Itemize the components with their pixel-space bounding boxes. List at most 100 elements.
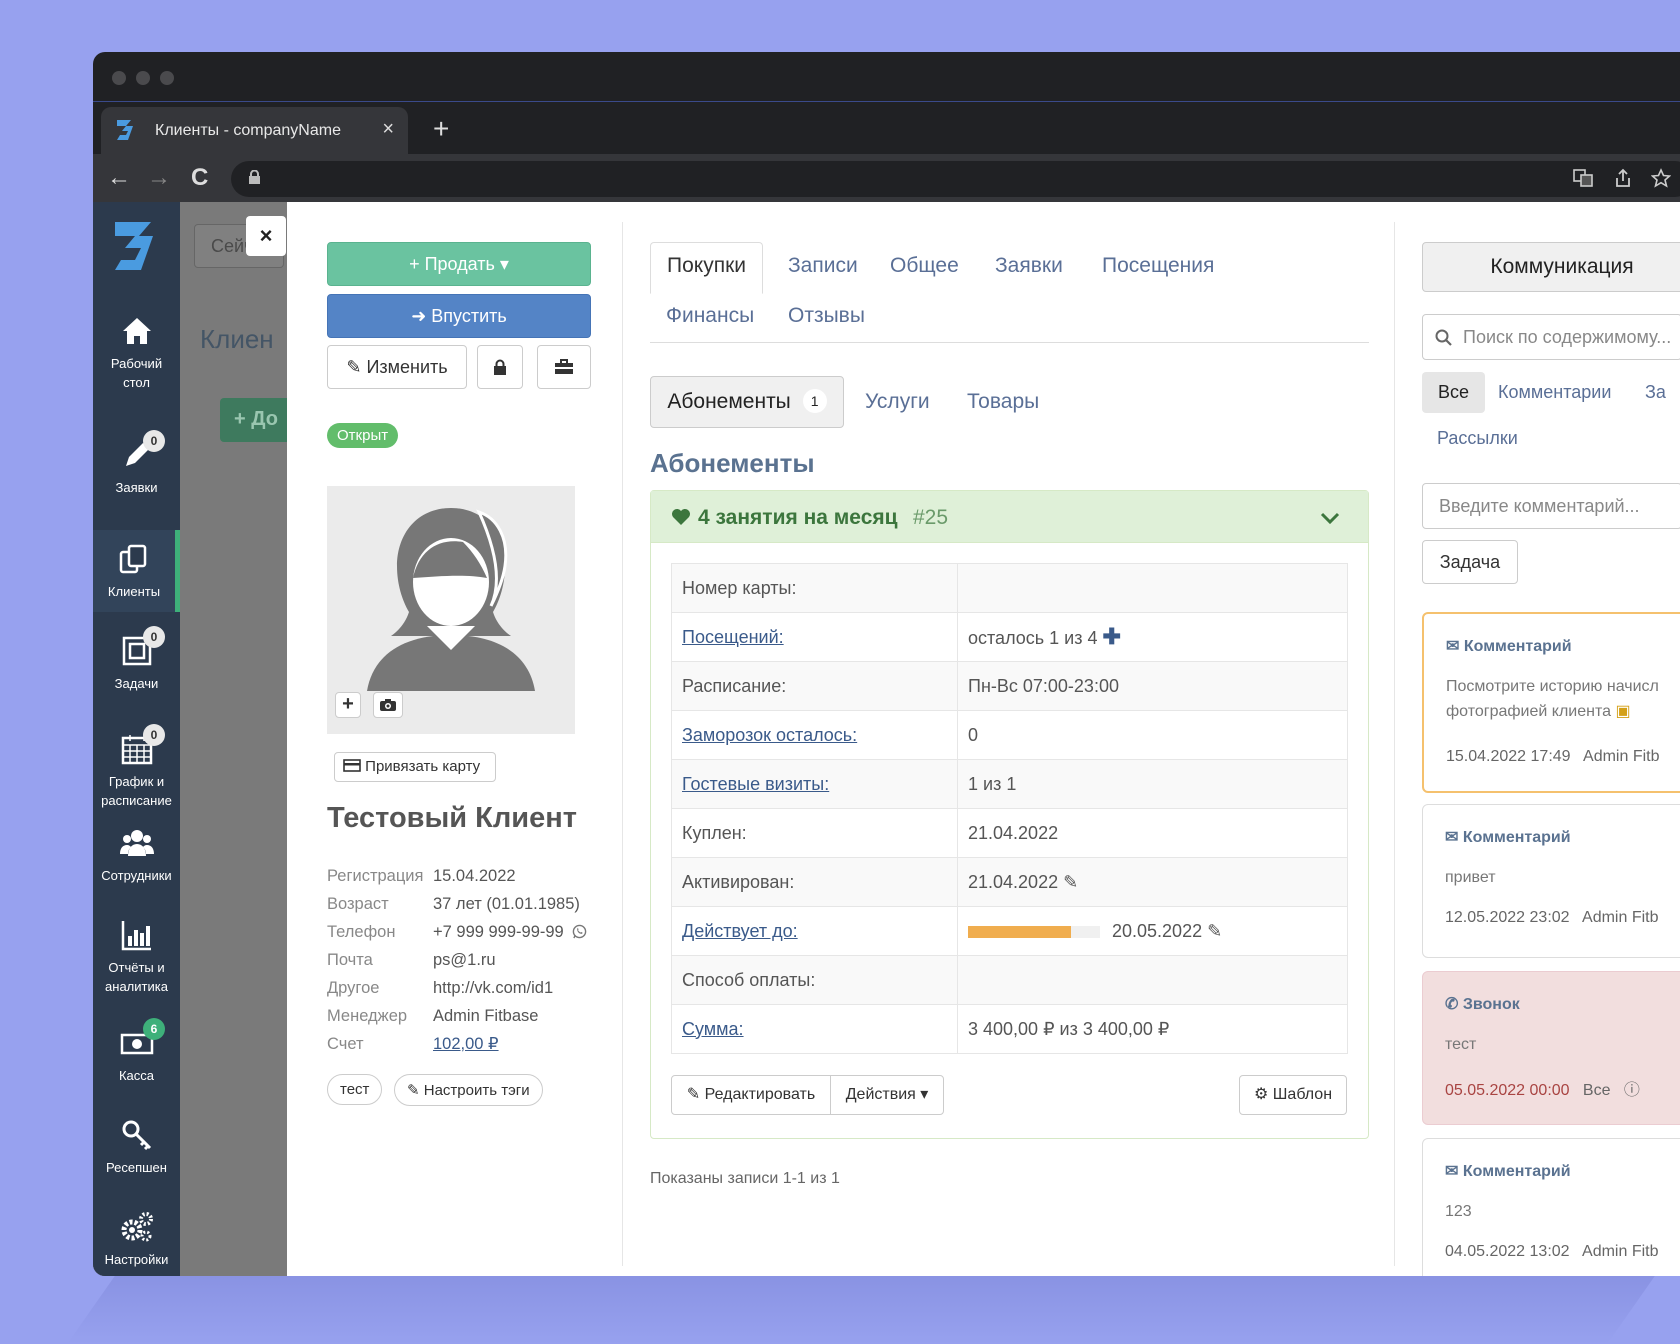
subscription-header[interactable]: 4 занятия на месяц #25 bbox=[651, 491, 1368, 543]
filter-tasks[interactable]: За bbox=[1645, 382, 1666, 403]
validity-progress-bar bbox=[968, 925, 1100, 938]
tab-visits[interactable]: Посещения bbox=[1102, 254, 1214, 278]
info-row-registration: Регистрация 15.04.2022 bbox=[327, 862, 587, 890]
guest-visits-link[interactable]: Гостевые визиты: bbox=[682, 774, 829, 794]
card-type: ✉ Комментарий bbox=[1445, 829, 1571, 846]
sidebar-item-reports[interactable]: Отчёты и аналитика bbox=[93, 918, 180, 996]
filter-comments[interactable]: Комментарии bbox=[1498, 382, 1611, 403]
forward-icon[interactable]: → bbox=[147, 164, 171, 192]
sidebar-item-settings[interactable]: Настройки bbox=[93, 1210, 180, 1269]
client-avatar: + bbox=[327, 486, 575, 734]
communication-card[interactable]: ✉ Комментарий Посмотрите историю начисл ф… bbox=[1422, 612, 1680, 793]
info-value: http://vk.com/id1 bbox=[433, 979, 554, 997]
minimize-window-dot[interactable] bbox=[136, 71, 150, 85]
row-value: Пн-Вс 07:00-23:00 bbox=[957, 661, 1348, 711]
client-tag[interactable]: тест bbox=[327, 1074, 383, 1105]
sidebar-item-clients[interactable]: Клиенты bbox=[93, 530, 180, 612]
communication-card[interactable]: ✉ Комментарий 123 04.05.2022 13:02 Admin… bbox=[1422, 1138, 1680, 1276]
card-body: 123 bbox=[1445, 1203, 1472, 1220]
edit-client-button[interactable]: ✎ Изменить bbox=[327, 345, 467, 389]
edit-subscription-label: Редактировать bbox=[704, 1086, 816, 1103]
sidebar-badge: 0 bbox=[143, 430, 165, 452]
edit-validity-icon[interactable]: ✎ bbox=[1207, 921, 1222, 941]
subtab-subscriptions[interactable]: Абонементы 1 bbox=[650, 376, 844, 428]
edit-subscription-button[interactable]: ✎ Редактировать bbox=[671, 1075, 831, 1115]
tab-general[interactable]: Общее bbox=[890, 254, 959, 278]
modal-close-button[interactable]: × bbox=[246, 216, 286, 256]
column-divider bbox=[622, 222, 623, 1266]
background-page-title: Клиен bbox=[200, 324, 274, 354]
sidebar-item-requests[interactable]: Заявки 0 bbox=[93, 430, 180, 497]
camera-button[interactable] bbox=[373, 692, 403, 718]
client-info-list: Регистрация 15.04.2022 Возраст 37 лет (01.… bbox=[327, 862, 587, 1058]
browser-window: Клиенты - companyName × + ← → C Рабочий … bbox=[93, 52, 1680, 1276]
visits-link[interactable]: Посещений: bbox=[682, 627, 784, 647]
table-row: Активирован: 21.04.2022 ✎ bbox=[671, 857, 1348, 907]
tab-purchases[interactable]: Покупки bbox=[650, 242, 763, 294]
back-icon[interactable]: ← bbox=[107, 164, 131, 192]
reload-icon[interactable]: C bbox=[191, 164, 208, 192]
admit-button[interactable]: ➜ Впустить bbox=[327, 294, 591, 338]
tab-close-icon[interactable]: × bbox=[382, 118, 394, 141]
new-tab-button[interactable]: + bbox=[433, 113, 449, 145]
bind-card-button[interactable]: Привязать карту bbox=[334, 752, 496, 782]
freezes-link[interactable]: Заморозок осталось: bbox=[682, 725, 857, 745]
card-date: 15.04.2022 17:49 bbox=[1446, 748, 1571, 765]
whatsapp-icon[interactable] bbox=[572, 924, 587, 939]
task-button[interactable]: Задача bbox=[1422, 540, 1518, 584]
sidebar-item-cashbox[interactable]: Касса 6 bbox=[93, 1018, 180, 1085]
tab-records[interactable]: Записи bbox=[788, 254, 858, 278]
share-icon[interactable] bbox=[1613, 168, 1633, 188]
amount-link[interactable]: Сумма: bbox=[682, 1019, 744, 1039]
info-value: 37 лет (01.01.1985) bbox=[433, 895, 580, 913]
subtab-goods[interactable]: Товары bbox=[967, 390, 1039, 414]
tab-reviews[interactable]: Отзывы bbox=[788, 304, 865, 328]
sidebar-item-reception[interactable]: Ресепшен bbox=[93, 1118, 180, 1177]
close-window-dot[interactable] bbox=[112, 71, 126, 85]
configure-tags-button[interactable]: ✎ Настроить тэги bbox=[394, 1074, 543, 1106]
info-value: ps@1.ru bbox=[433, 951, 496, 969]
add-photo-button[interactable]: + bbox=[335, 692, 361, 718]
info-row-phone: Телефон +7 999 999-99-99 bbox=[327, 918, 587, 946]
sidebar-item-tasks[interactable]: Задачи 0 bbox=[93, 626, 180, 693]
chevron-down-icon[interactable] bbox=[1320, 511, 1340, 525]
communication-button[interactable]: Коммуникация bbox=[1422, 242, 1680, 292]
template-button[interactable]: ⚙ Шаблон bbox=[1239, 1075, 1347, 1115]
filter-mailings[interactable]: Рассылки bbox=[1437, 428, 1518, 449]
sidebar-item-dashboard[interactable]: Рабочий стол bbox=[93, 314, 180, 392]
sidebar-item-label: стол bbox=[123, 375, 150, 390]
edit-activation-icon[interactable]: ✎ bbox=[1063, 872, 1078, 892]
row-value: 21.04.2022 bbox=[957, 808, 1348, 858]
url-field[interactable] bbox=[231, 161, 1680, 197]
communication-card[interactable]: ✆ Звонок тест 05.05.2022 00:00 Все ⓘ bbox=[1422, 971, 1680, 1125]
app-sidebar: Рабочий стол Заявки 0 Клиенты Задачи 0 Г… bbox=[93, 202, 180, 1276]
briefcase-button[interactable] bbox=[537, 345, 591, 389]
tab-finances[interactable]: Финансы bbox=[666, 304, 754, 328]
info-icon[interactable]: ⓘ bbox=[1624, 1082, 1640, 1099]
sidebar-item-schedule[interactable]: График и расписание 0 bbox=[93, 724, 180, 810]
card-body: тест bbox=[1445, 1036, 1477, 1053]
briefcase-icon bbox=[555, 359, 573, 374]
actions-dropdown[interactable]: Действия ▾ bbox=[830, 1075, 944, 1115]
browser-tab[interactable]: Клиенты - companyName × bbox=[101, 107, 408, 154]
subtab-services[interactable]: Услуги bbox=[865, 390, 930, 414]
add-visit-icon[interactable]: ✚ bbox=[1103, 624, 1121, 649]
translate-icon[interactable] bbox=[1573, 168, 1593, 188]
valid-until-link[interactable]: Действует до: bbox=[682, 921, 798, 941]
tab-strip: Клиенты - companyName × + bbox=[93, 103, 1680, 154]
sidebar-item-label: Задачи bbox=[114, 676, 159, 691]
account-balance-link[interactable]: 102,00 ₽ bbox=[433, 1035, 499, 1053]
sidebar-item-label: Клиенты bbox=[107, 584, 161, 599]
bookmark-star-icon[interactable] bbox=[1651, 168, 1671, 188]
sidebar-item-staff[interactable]: Сотрудники bbox=[93, 826, 180, 885]
communication-search-input[interactable]: Поиск по содержимому... bbox=[1422, 314, 1680, 360]
avatar-placeholder-icon bbox=[367, 508, 535, 691]
comment-input[interactable]: Введите комментарий... bbox=[1422, 483, 1680, 529]
communication-card[interactable]: ✉ Комментарий привет 12.05.2022 23:02 Ad… bbox=[1422, 804, 1680, 958]
tab-requests[interactable]: Заявки bbox=[995, 254, 1063, 278]
filter-all[interactable]: Все bbox=[1422, 372, 1486, 413]
sell-button[interactable]: + Продать ▾ bbox=[327, 242, 591, 286]
lock-button[interactable] bbox=[477, 345, 523, 389]
maximize-window-dot[interactable] bbox=[160, 71, 174, 85]
card-author: Все bbox=[1582, 1082, 1611, 1099]
